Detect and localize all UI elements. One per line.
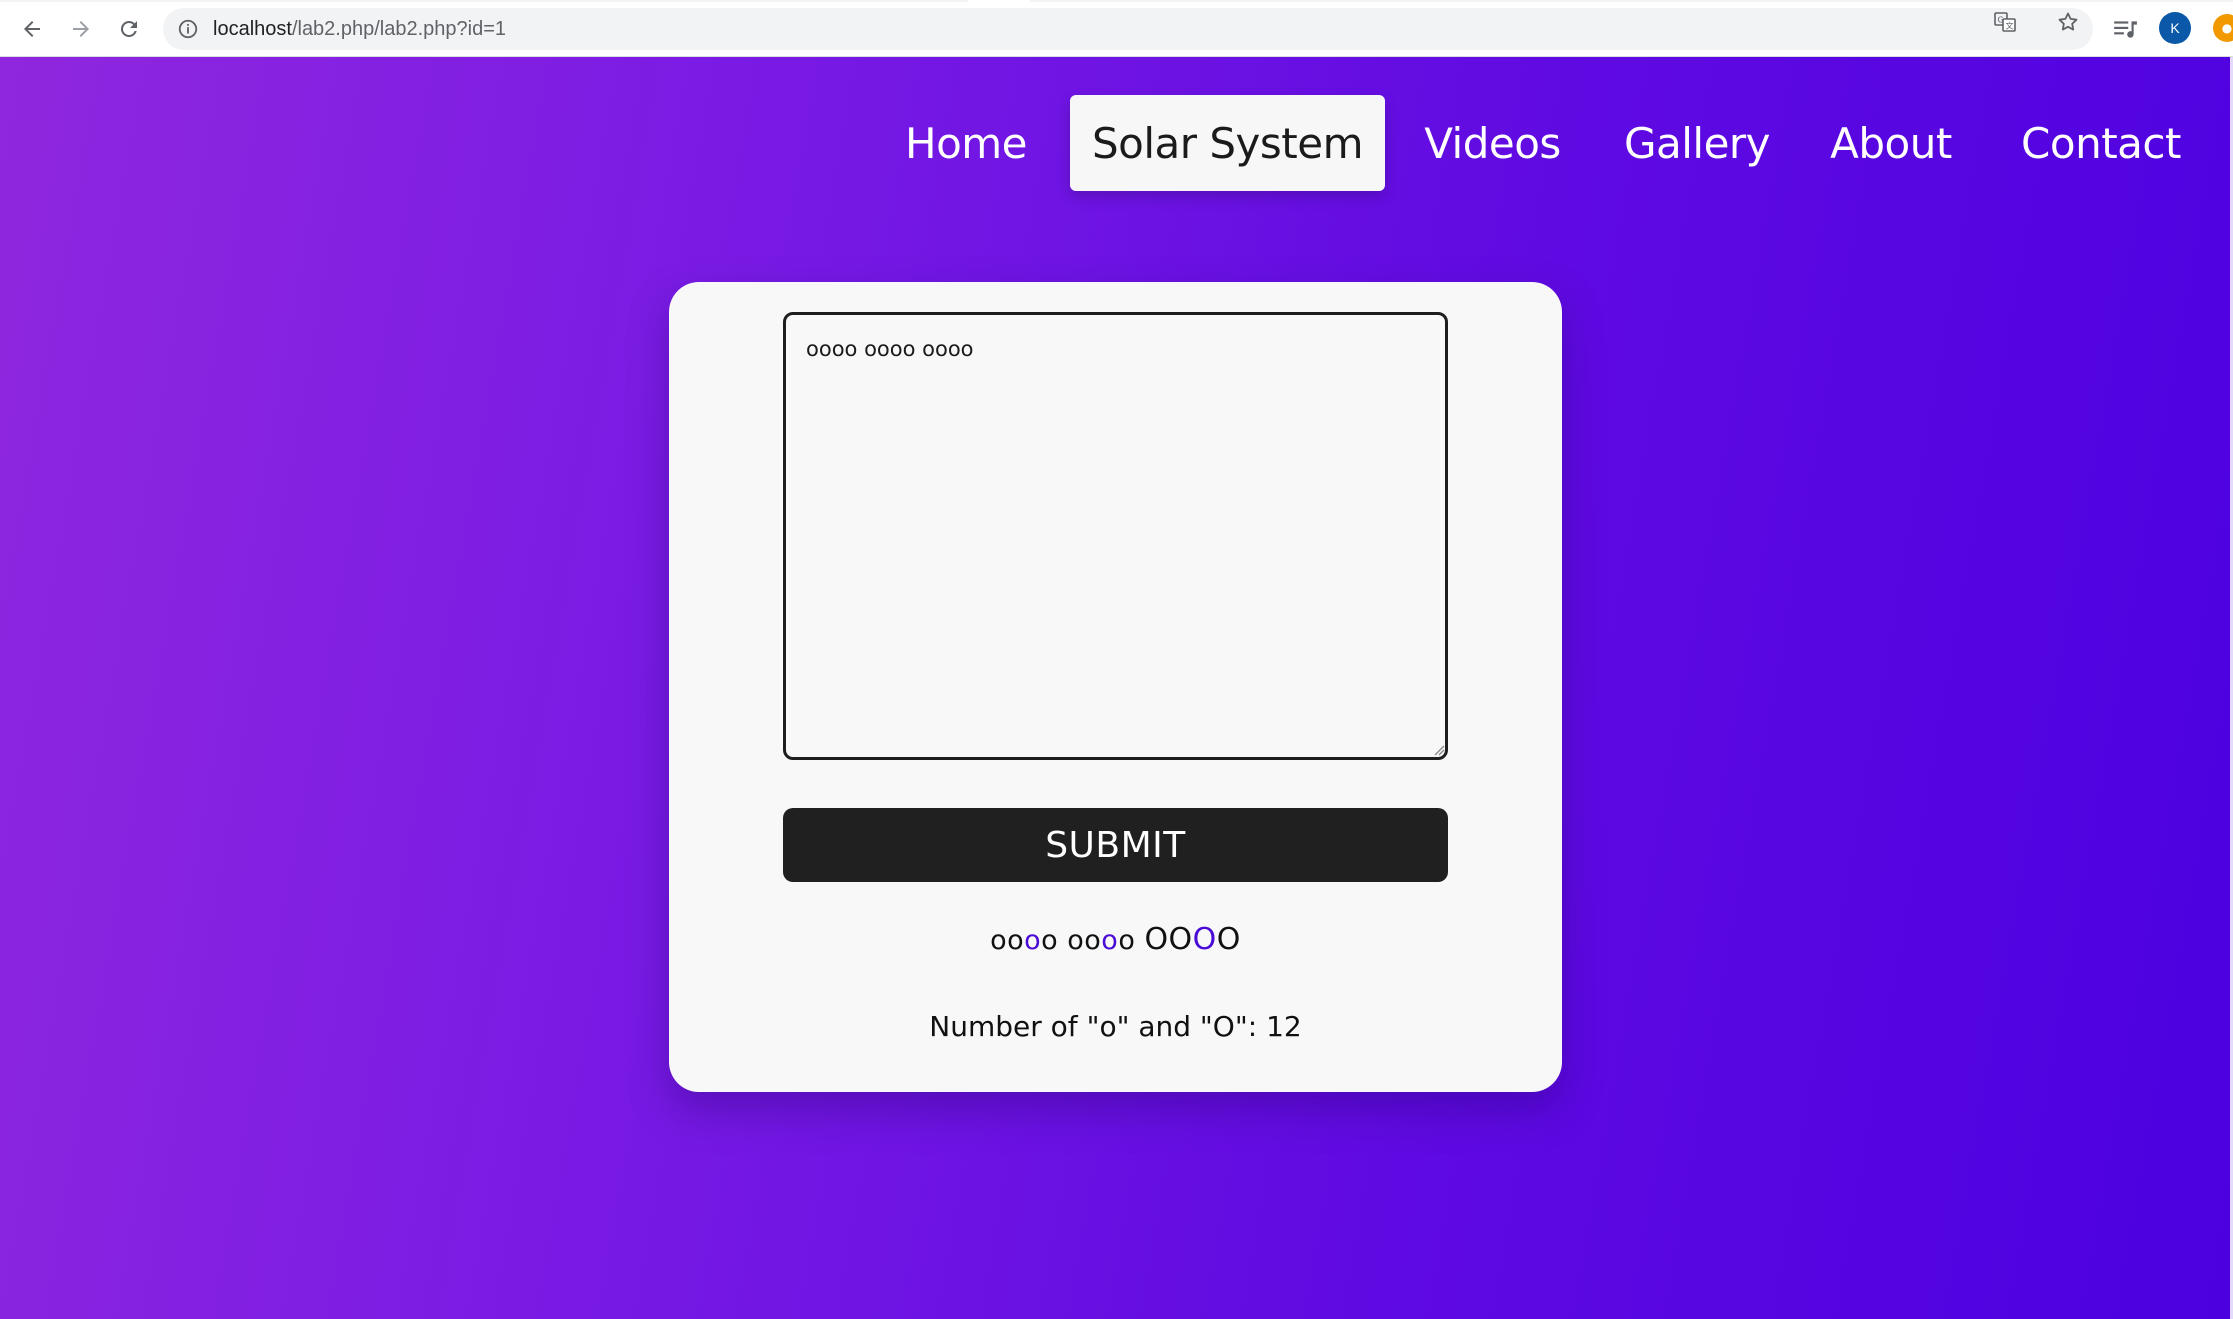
nav-solar-system-link[interactable]: Solar System (1070, 95, 1385, 191)
address-bar[interactable]: localhost/lab2.php/lab2.php?id=1 (163, 8, 2093, 50)
form-card: SUBMIT oooo oooo OOOO Number of "o" and … (669, 282, 1562, 1092)
result-segment: o (1118, 925, 1145, 956)
forward-button[interactable] (63, 11, 99, 47)
arrow-right-icon (73, 21, 89, 37)
star-icon[interactable] (2056, 10, 2080, 34)
main-navigation: Home Solar System Videos Gallery About C… (0, 95, 2233, 191)
nav-home-link[interactable]: Home (886, 95, 1046, 191)
text-input-area[interactable] (783, 312, 1448, 760)
page-background: Home Solar System Videos Gallery About C… (0, 57, 2233, 1319)
translate-icon[interactable]: G文 (1993, 10, 2017, 34)
info-icon[interactable] (177, 18, 199, 40)
result-segment: OO (1144, 922, 1193, 957)
arrow-left-icon (24, 21, 40, 37)
svg-text:文: 文 (2006, 21, 2014, 31)
browser-toolbar: localhost/lab2.php/lab2.php?id=1 G文 K ● (0, 0, 2233, 57)
nav-contact-link[interactable]: Contact (2006, 95, 2196, 191)
url-host: localhost (213, 18, 292, 40)
highlighted-result: oooo oooo OOOO (783, 922, 1448, 962)
result-segment-highlight: o (1101, 925, 1119, 956)
nav-about-link[interactable]: About (1816, 95, 1966, 191)
back-button[interactable] (14, 11, 50, 47)
result-segment: oo (990, 925, 1025, 956)
result-segment: oo (1067, 925, 1102, 956)
profile-avatar[interactable]: K (2159, 12, 2191, 44)
result-segment: O (1216, 922, 1241, 957)
result-segment: o (1041, 925, 1068, 956)
submit-button[interactable]: SUBMIT (783, 808, 1448, 882)
active-tab-edge (968, 0, 1030, 2)
result-segment-highlight: O (1192, 922, 1217, 957)
reload-icon (120, 20, 137, 37)
resize-handle-icon[interactable] (1431, 742, 1445, 756)
playlist-icon[interactable] (2112, 16, 2138, 42)
url-path: /lab2.php/lab2.php?id=1 (291, 18, 507, 40)
result-segment-highlight: o (1024, 925, 1042, 956)
nav-gallery-link[interactable]: Gallery (1612, 95, 1782, 191)
url-text[interactable]: localhost/lab2.php/lab2.php?id=1 (213, 17, 506, 41)
nav-videos-link[interactable]: Videos (1410, 95, 1575, 191)
letter-count-text: Number of "o" and "O": 12 (929, 1010, 1302, 1043)
extension-icon[interactable]: ● (2213, 14, 2233, 42)
tab-strip-edge (0, 0, 2233, 2)
reload-button[interactable] (111, 11, 147, 47)
